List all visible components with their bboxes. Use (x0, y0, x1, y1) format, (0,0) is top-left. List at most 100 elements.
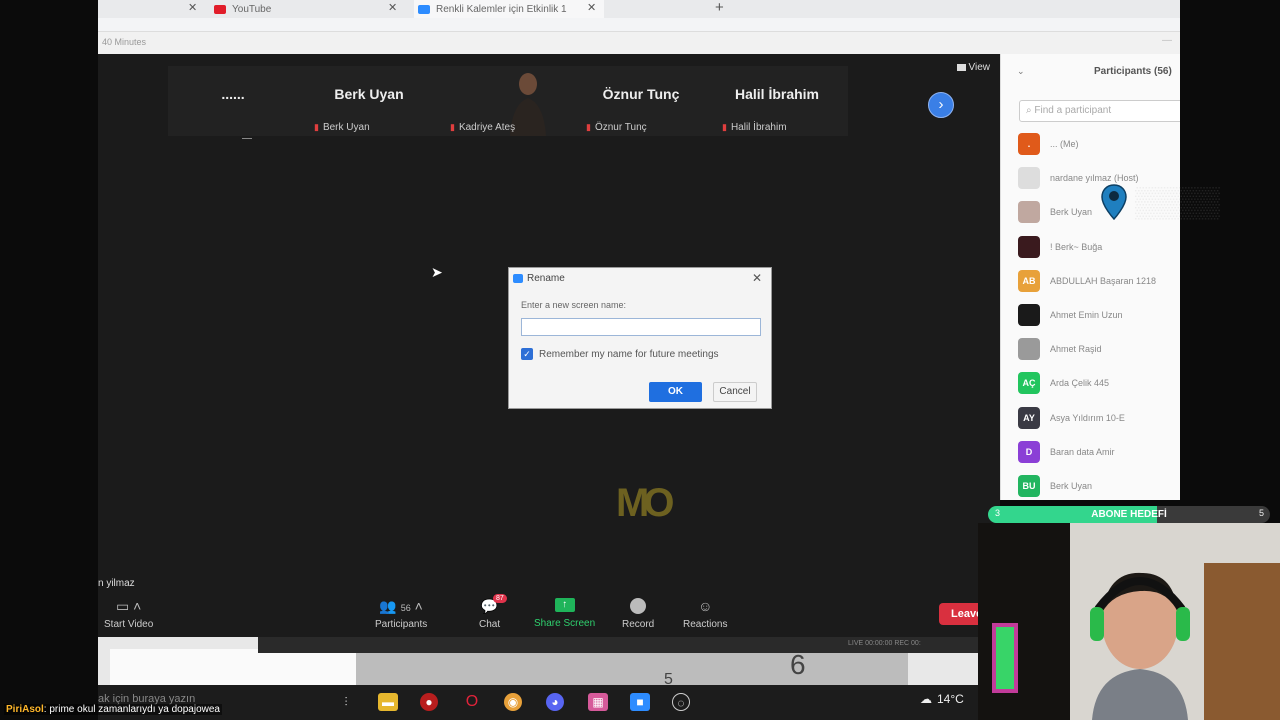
reactions-label: Reactions (683, 619, 728, 630)
record-icon (630, 598, 647, 614)
webcam-feed (978, 523, 1280, 720)
chevron-right-icon: › (938, 96, 944, 113)
video-tile[interactable]: Berk Uyan ▮ Berk Uyan (304, 66, 434, 136)
grid-view-icon (956, 64, 966, 71)
tab-title: YouTube (232, 3, 272, 15)
start-video-button[interactable]: ▭ ˄ Start Video (104, 598, 153, 630)
channel-logo: MO (616, 481, 674, 525)
avatar (1018, 201, 1040, 224)
share-screen-button[interactable]: ↑ Share Screen (534, 598, 595, 629)
remember-name-option[interactable]: ✓ Remember my name for future meetings (521, 348, 719, 360)
avatar (1018, 304, 1040, 326)
opera-icon[interactable]: O (462, 693, 482, 711)
time-limit-text: 40 Minutes (102, 37, 147, 47)
participant-name: Asya Yıldırım 10-E (1050, 412, 1125, 423)
zoom-app-icon[interactable]: ■ (630, 693, 650, 711)
video-tile[interactable]: ...... (168, 66, 298, 136)
participants-label: Participants (375, 619, 428, 630)
app-icon[interactable]: ▦ (588, 693, 608, 711)
video-tile[interactable]: Halil İbrahim ▮ Halil İbrahim (712, 66, 842, 136)
strip-divider (242, 138, 252, 139)
participant-search-input[interactable]: ⌕ Find a participant (1019, 100, 1180, 122)
avatar: BU (1018, 475, 1040, 497)
search-icon: ⌕ (1026, 105, 1032, 116)
participant-item[interactable]: ! Berk~ Buğa (1018, 235, 1178, 258)
file-explorer-icon[interactable]: ▬ (378, 693, 398, 711)
participant-name: ! Berk~ Buğa (1050, 241, 1103, 252)
subscriber-goal-bar: 3 ABONE HEDEFİ 5 (988, 506, 1270, 523)
participant-item[interactable]: . ... (Me) (1018, 133, 1178, 155)
chat-username: PiriAsol (6, 704, 44, 715)
share-screen-icon: ↑ (554, 598, 575, 612)
participant-name: Ahmet Raşid (1050, 344, 1102, 355)
tab-close-icon[interactable]: ✕ (388, 1, 397, 14)
participant-name: Baran data Amir (1050, 446, 1115, 457)
new-tab-icon[interactable]: + (715, 0, 724, 16)
map-pin-icon (1101, 184, 1127, 220)
obs-icon[interactable]: ◌ (672, 693, 690, 711)
discord-icon[interactable]: ◕ (546, 693, 564, 711)
avatar (1018, 235, 1040, 258)
tile-name: Berk Uyan (334, 86, 404, 102)
participants-icon: 👥 56 ˄ (379, 598, 423, 614)
video-tile[interactable]: ▮ Kadriye Ateş (440, 66, 570, 136)
next-page-button[interactable]: › (928, 92, 954, 118)
remember-name-checkbox[interactable]: ✓ (521, 348, 533, 360)
avatar: AÇ (1018, 372, 1040, 395)
participant-item[interactable]: AÇ Arda Çelik 445 (1018, 372, 1178, 395)
tile-name: Öznur Tunç (602, 86, 680, 102)
tile-label-text: Kadriye Ateş (458, 122, 516, 133)
search-placeholder: Find a participant (1034, 105, 1112, 116)
mic-muted-icon: ▮ (722, 122, 727, 132)
participant-item[interactable]: AY Asya Yıldırım 10-E (1018, 406, 1178, 429)
participant-item[interactable]: D Baran data Amir (1018, 440, 1178, 463)
tab-title: Renkli Kalemler için Etkinlik 1 (436, 3, 567, 15)
participant-item[interactable]: AB ABDULLAH Başaran 1218 (1018, 269, 1178, 292)
screen-name-input[interactable] (521, 318, 761, 336)
chrome-icon[interactable]: ◉ (504, 693, 522, 711)
cloud-icon: ☁ (920, 692, 932, 706)
participant-name: nardane yılmaz (Host) (1050, 173, 1139, 184)
taskbar: ak için buraya yazın ⫶ ▬ ● O ◉ ◕ ▦ ■ ◌ ☁… (98, 685, 978, 720)
task-view-icon[interactable]: ⫶ (336, 693, 356, 711)
active-speaker-name: n yilmaz (98, 578, 135, 589)
participant-name: Arda Çelik 445 (1050, 378, 1110, 389)
tile-label-text: Öznur Tunç (594, 122, 647, 133)
close-icon[interactable]: — (1162, 35, 1172, 46)
tile-label: ▮ Öznur Tunç (586, 122, 647, 133)
tab-youtube[interactable]: YouTube (214, 0, 271, 18)
avatar: . (1018, 133, 1040, 155)
desktop-panel (356, 653, 908, 685)
status-strip: LIVE 00:00:00 REC 00: (258, 637, 978, 653)
weather-widget[interactable]: ☁ 14°C (920, 692, 964, 706)
avatar: AY (1018, 406, 1040, 429)
record-button[interactable]: Record (622, 598, 654, 630)
tab-close-icon[interactable]: ✕ (188, 1, 197, 14)
mouse-cursor-icon: ➤ (431, 264, 443, 280)
record-app-icon[interactable]: ● (420, 693, 438, 711)
share-screen-label: Share Screen (534, 618, 596, 629)
avatar (1018, 167, 1040, 190)
tile-label-text: Halil İbrahim (730, 122, 787, 133)
video-tile[interactable]: Öznur Tunç ▮ Öznur Tunç (576, 66, 706, 136)
browser-tab-bar: ✕ YouTube ✕ Renkli Kalemler için Etkinli… (98, 0, 1180, 18)
participant-item[interactable]: Ahmet Emin Uzun (1018, 304, 1178, 326)
video-strip: ...... Berk Uyan ▮ Berk Uyan ▮ Kadriye Ate… (168, 66, 954, 139)
close-icon[interactable]: ✕ (752, 271, 762, 285)
reactions-button[interactable]: ☺ Reactions (683, 598, 727, 630)
participant-item[interactable]: Ahmet Raşid (1018, 338, 1178, 361)
participant-item[interactable]: BU Berk Uyan (1018, 475, 1178, 497)
participants-button[interactable]: 👥 56 ˄ Participants (375, 598, 427, 630)
view-button[interactable]: View (956, 62, 991, 73)
start-video-label: Start Video (104, 619, 154, 630)
tab-active[interactable]: Renkli Kalemler için Etkinlik 1 (414, 0, 604, 18)
tile-name: Halil İbrahim (734, 86, 820, 102)
chat-button[interactable]: 💬 87 Chat (479, 594, 507, 630)
tile-label: ▮ Kadriye Ateş (450, 122, 515, 133)
cancel-button[interactable]: Cancel (713, 382, 757, 402)
view-label: View (968, 62, 991, 73)
tab-close-icon[interactable]: ✕ (587, 1, 596, 14)
zoom-icon (513, 274, 523, 283)
avatar: AB (1018, 269, 1040, 292)
ok-button[interactable]: OK (649, 382, 702, 402)
